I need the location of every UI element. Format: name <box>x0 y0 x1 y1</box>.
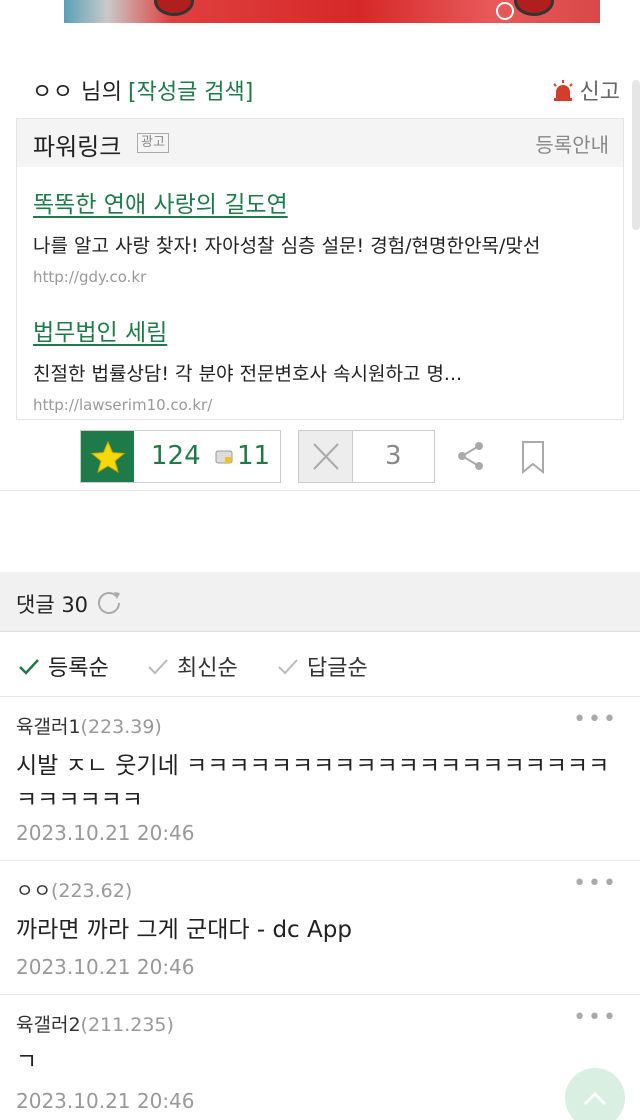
nonrecommend-group: 3 <box>298 430 435 483</box>
comment-text: ㄱ <box>16 1049 38 1075</box>
sort-option-latest[interactable]: 최신순 <box>147 650 238 682</box>
comment-author[interactable]: 육갤러2(211.235) <box>16 1010 174 1037</box>
refresh-icon[interactable] <box>96 589 122 615</box>
report-button[interactable]: 신고 <box>552 74 620 106</box>
chevron-up-icon <box>583 1091 607 1106</box>
comment-ip: (223.62) <box>50 880 133 902</box>
close-icon <box>313 443 339 470</box>
sort-option-replies[interactable]: 답글순 <box>277 650 368 682</box>
register-info-link[interactable]: 등록안내 <box>535 129 609 158</box>
comment-item: 육갤러2(211.235) ••• ㄱ 2023.10.21 20:46 <box>0 995 640 1120</box>
check-icon <box>278 659 298 675</box>
ad-title[interactable]: 똑똑한 연애 사랑의 길도연 <box>33 185 540 219</box>
fix-recommend-icon <box>215 450 233 464</box>
share-icon[interactable] <box>455 440 487 472</box>
comment-item: ㅇㅇ(223.62) ••• 까라면 까라 그게 군대다 - dc App 20… <box>0 861 640 995</box>
comment-ip: (211.235) <box>80 1014 174 1036</box>
comment-header: 댓글 30 <box>0 572 640 632</box>
sort-label: 등록순 <box>48 656 109 681</box>
bookmark-icon[interactable] <box>520 440 546 474</box>
sort-option-registered[interactable]: 등록순 <box>18 650 109 682</box>
comment-author[interactable]: 육갤러1(223.39) <box>16 712 162 739</box>
comment-text: 까라면 까라 그게 군대다 - dc App <box>16 917 352 943</box>
comment-nick: 육갤러2 <box>16 1014 81 1036</box>
comment-sort-tabs: 등록순 최신순 답글순 <box>0 632 640 697</box>
comment-text: 시발 ㅈㄴ 웃기네 ㅋㅋㅋㅋㅋㅋㅋㅋㅋㅋㅋㅋㅋㅋㅋㅋㅋㅋㅋㅋㅋㅋㅋㅋㅋㅋ <box>16 753 610 813</box>
siren-icon <box>552 80 573 101</box>
powerlink-ad-box: 파워링크 광고 등록안내 똑똑한 연애 사랑의 길도연 나를 알고 사랑 찾자!… <box>16 118 624 420</box>
ad-url[interactable]: http://lawserim10.co.kr/ <box>33 396 462 414</box>
comment-nick: 육갤러1 <box>16 716 81 738</box>
comment-date: 2023.10.21 20:46 <box>16 1089 195 1113</box>
post-image-strip <box>0 0 640 24</box>
nonrecommend-button[interactable] <box>299 431 353 482</box>
comment-ip: (223.39) <box>80 716 162 738</box>
fix-recommend-count: 11 <box>237 441 271 471</box>
ad-item[interactable]: 똑똑한 연애 사랑의 길도연 나를 알고 사랑 찾자! 자아성찰 심층 설문! … <box>33 185 540 286</box>
comment-nick: ㅇㅇ <box>16 880 51 902</box>
nonrecommend-count: 3 <box>385 441 402 471</box>
more-options-icon[interactable]: ••• <box>573 1005 618 1030</box>
more-options-icon[interactable]: ••• <box>573 871 618 896</box>
lock-icon <box>496 2 514 20</box>
ad-badge: 광고 <box>137 133 169 153</box>
ad-item[interactable]: 법무법인 세림 친절한 법률상담! 각 분야 전문변호사 속시원하고 명... … <box>33 313 462 414</box>
ad-description: 나를 알고 사랑 찾자! 자아성찰 심층 설문! 경험/현명한안목/맞선 <box>33 235 541 257</box>
more-options-icon[interactable]: ••• <box>573 707 618 732</box>
recommend-count: 124 <box>151 441 201 471</box>
recommend-group: 124 11 <box>80 430 281 483</box>
comment-count: 댓글 30 <box>16 593 89 617</box>
check-icon <box>19 659 39 675</box>
author-row: ㅇㅇ 님의 [작성글 검색] 신고 <box>0 68 640 108</box>
check-icon <box>148 659 168 675</box>
comment-date: 2023.10.21 20:46 <box>16 955 195 979</box>
post-image <box>64 0 600 23</box>
divider <box>0 490 640 491</box>
recommend-button[interactable] <box>81 431 134 482</box>
comment-item: 육갤러1(223.39) ••• 시발 ㅈㄴ 웃기네 ㅋㅋㅋㅋㅋㅋㅋㅋㅋㅋㅋㅋㅋ… <box>0 697 640 861</box>
sort-label: 최신순 <box>177 656 238 681</box>
scroll-top-button[interactable] <box>565 1068 625 1120</box>
powerlink-title: 파워링크 <box>33 133 122 161</box>
report-label: 신고 <box>579 80 620 105</box>
ad-url[interactable]: http://gdy.co.kr <box>33 268 540 286</box>
ad-description: 친절한 법률상담! 각 분야 전문변호사 속시원하고 명... <box>33 363 463 385</box>
sort-label: 답글순 <box>307 656 368 681</box>
reaction-row: 124 11 3 <box>0 428 640 486</box>
star-icon <box>90 440 125 473</box>
image-part <box>154 0 194 16</box>
author-name[interactable]: ㅇㅇ 님의 <box>32 74 122 106</box>
author-search-link[interactable]: [작성글 검색] <box>128 74 253 106</box>
comment-date: 2023.10.21 20:46 <box>16 821 195 845</box>
image-part <box>514 0 554 16</box>
comment-author[interactable]: ㅇㅇ(223.62) <box>16 876 132 903</box>
powerlink-header: 파워링크 광고 등록안내 <box>17 119 623 167</box>
ad-title[interactable]: 법무법인 세림 <box>33 313 462 347</box>
